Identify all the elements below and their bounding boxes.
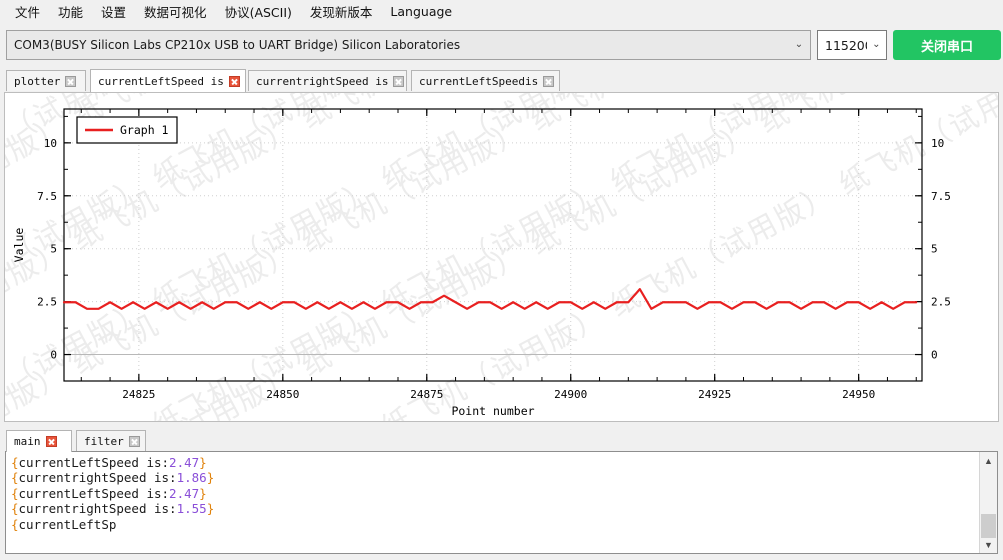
- y-tick-label: 0: [931, 349, 938, 362]
- x-axis-label: Point number: [451, 404, 534, 418]
- x-tick-label: 24825: [122, 388, 155, 401]
- y-tick-label: 0: [50, 349, 57, 362]
- console-output: {currentLeftSpeed is:2.47} {currentrightS…: [6, 452, 980, 553]
- menu-file[interactable]: 文件: [6, 0, 49, 23]
- menu-bar: 文件 功能 设置 数据可视化 协议(ASCII) 发现新版本 Language: [0, 0, 1003, 22]
- serial-port-value: COM3(BUSY Silicon Labs CP210x USB to UAR…: [14, 38, 461, 52]
- close-serial-port-button[interactable]: 关闭串口: [893, 30, 1001, 60]
- x-tick-label: 24950: [842, 388, 875, 401]
- console-brace: {: [11, 455, 19, 470]
- console-tab-label: main: [14, 435, 41, 448]
- baud-rate-value: 115200: [825, 37, 867, 53]
- console-scrollbar[interactable]: ▲ ▼: [979, 452, 997, 553]
- y-tick-label: 5: [931, 243, 938, 256]
- close-icon[interactable]: [228, 75, 240, 87]
- console-key: currentLeftSpeed is:: [18, 455, 170, 470]
- close-icon[interactable]: [393, 75, 405, 87]
- y-tick-label: 5: [50, 243, 57, 256]
- console-value: 2.47: [169, 455, 200, 470]
- close-icon[interactable]: [543, 75, 555, 87]
- console-brace: }: [206, 501, 215, 517]
- console-tab-main[interactable]: main: [6, 430, 72, 452]
- plot-tab-1[interactable]: currentLeftSpeed is: [90, 69, 246, 92]
- y-tick-label: 2.5: [931, 296, 951, 309]
- close-icon[interactable]: [65, 75, 77, 87]
- scroll-up-icon[interactable]: ▲: [980, 452, 997, 469]
- plot-tab-2[interactable]: currentrightSpeed is: [248, 70, 407, 91]
- x-tick-label: 24925: [698, 388, 731, 401]
- plot-tab-label: currentLeftSpeed is: [98, 74, 224, 88]
- console-line: {currentLeftSp: [11, 517, 975, 532]
- scrollbar-thumb[interactable]: [981, 514, 996, 538]
- console-tab-filter[interactable]: filter: [76, 430, 146, 452]
- plot-panel: 纸飞机（试用版） 纸飞机（试用版） 纸飞机（试用版） 纸飞机（试用版） 纸飞机（…: [4, 92, 999, 422]
- x-tick-label: 24850: [266, 388, 299, 401]
- console-brace: }: [199, 485, 207, 501]
- console-value: 2.47: [169, 485, 200, 501]
- y-tick-label: 10: [931, 137, 944, 150]
- close-icon[interactable]: [45, 436, 57, 447]
- menu-new-version[interactable]: 发现新版本: [301, 0, 382, 23]
- y-tick-label: 10: [44, 137, 57, 150]
- connection-toolbar: COM3(BUSY Silicon Labs CP210x USB to UAR…: [0, 26, 1003, 64]
- console-line: {currentLeftSpeed is:2.47}: [11, 486, 975, 501]
- console-brace: {: [11, 470, 19, 486]
- menu-function[interactable]: 功能: [49, 0, 92, 23]
- menu-settings[interactable]: 设置: [92, 0, 135, 23]
- console-line: {currentrightSpeed is:1.55}: [11, 501, 975, 516]
- console-value: 1.86: [176, 470, 207, 486]
- plot-tab-bar: plotter currentLeftSpeed is currentrightSp…: [0, 69, 1003, 92]
- scroll-down-icon[interactable]: ▼: [980, 536, 997, 553]
- console-tab-label: filter: [84, 435, 124, 448]
- chevron-down-icon: ⌄: [872, 39, 881, 50]
- serial-port-select[interactable]: COM3(BUSY Silicon Labs CP210x USB to UAR…: [6, 30, 811, 60]
- console-line: {currentLeftSpeed is:2.47}: [11, 455, 975, 470]
- x-tick-label: 24900: [554, 388, 587, 401]
- console-brace: }: [199, 455, 207, 470]
- console-line: {currentrightSpeed is:1.86}: [11, 470, 975, 485]
- plot-tab-label: plotter: [14, 74, 61, 88]
- close-icon[interactable]: [128, 436, 140, 447]
- console-brace: {: [11, 501, 19, 517]
- console-brace: {: [11, 516, 19, 532]
- console-value: 1.55: [176, 501, 207, 517]
- console-key: currentLeftSpeed is:: [18, 485, 170, 501]
- serial-console: {currentLeftSpeed is:2.47} {currentrightS…: [5, 451, 998, 554]
- y-tick-label: 7.5: [931, 190, 951, 203]
- plot-tab-label: currentrightSpeed is: [256, 74, 389, 88]
- y-tick-label: 2.5: [37, 296, 57, 309]
- menu-language[interactable]: Language: [381, 2, 461, 21]
- menu-visualization[interactable]: 数据可视化: [135, 0, 216, 23]
- baud-rate-select[interactable]: 115200 ⌄: [817, 30, 887, 60]
- console-key: currentrightSpeed is:: [18, 470, 177, 486]
- console-brace: {: [11, 485, 19, 501]
- y-axis-label: Value: [12, 228, 26, 263]
- serial-plotter-window: 文件 功能 设置 数据可视化 协议(ASCII) 发现新版本 Language …: [0, 0, 1003, 560]
- plot-tab-0[interactable]: plotter: [6, 70, 86, 91]
- console-key: currentrightSpeed is:: [18, 501, 177, 517]
- console-key: currentLeftSp: [18, 516, 117, 532]
- legend-label-graph-1: Graph 1: [120, 123, 169, 137]
- plot-tab-label: currentLeftSpeedis: [419, 74, 539, 88]
- plot-frame: [63, 108, 923, 382]
- console-tab-bar: main filter: [0, 430, 1003, 452]
- x-tick-label: 24875: [410, 388, 443, 401]
- chevron-down-icon: ⌄: [794, 39, 804, 50]
- plot-tab-3[interactable]: currentLeftSpeedis: [411, 70, 560, 91]
- y-tick-label: 7.5: [37, 190, 57, 203]
- series-line-graph-1: [62, 288, 918, 310]
- console-brace: }: [206, 470, 215, 486]
- line-chart: 0 0 2.5 2.5 5 5 7.5 7.5 10 10 24825 24850 24875 24900…: [12, 108, 951, 418]
- menu-protocol[interactable]: 协议(ASCII): [216, 0, 301, 23]
